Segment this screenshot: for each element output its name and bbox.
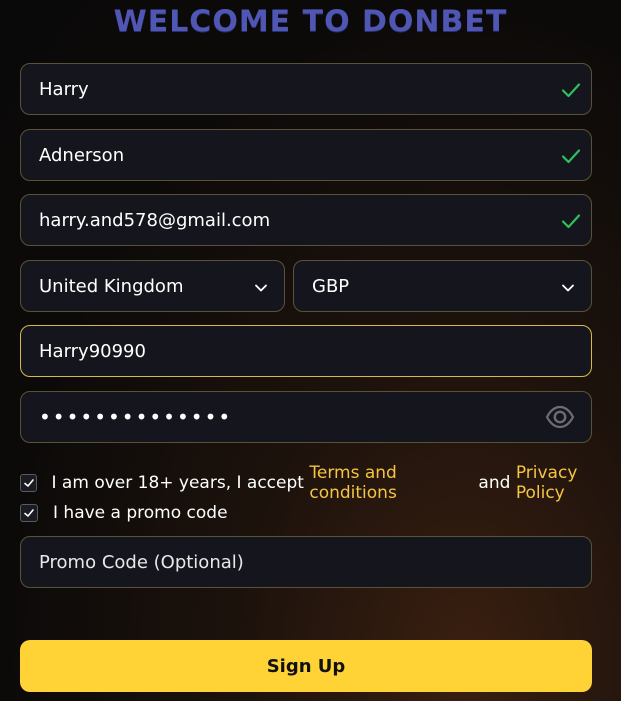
- promo-code-field[interactable]: Promo Code (Optional): [20, 536, 592, 588]
- email-value: harry.and578@gmail.com: [39, 209, 271, 231]
- check-icon: [559, 78, 583, 102]
- first-name-value: Harry: [39, 78, 89, 100]
- promo-toggle-row: I have a promo code: [20, 503, 228, 523]
- chevron-down-icon: [254, 279, 268, 293]
- promo-toggle-label: I have a promo code: [53, 503, 228, 523]
- country-value: United Kingdom: [39, 275, 184, 297]
- page-title: WELCOME TO DONBET: [113, 4, 508, 39]
- check-icon: [559, 144, 583, 168]
- promo-code-placeholder: Promo Code (Optional): [39, 551, 244, 573]
- username-field[interactable]: Harry90990: [20, 325, 592, 377]
- promo-checkbox[interactable]: [20, 504, 38, 522]
- privacy-link[interactable]: Privacy Policy: [516, 463, 621, 503]
- check-icon: [559, 209, 583, 233]
- username-value: Harry90990: [39, 340, 146, 362]
- first-name-field[interactable]: Harry: [20, 63, 592, 115]
- currency-select[interactable]: GBP: [293, 260, 592, 312]
- last-name-value: Adnerson: [39, 144, 125, 166]
- and-text: and: [473, 473, 516, 493]
- last-name-field[interactable]: Adnerson: [20, 129, 592, 181]
- terms-agreement-row: I am over 18+ years, I accept Terms and …: [20, 463, 621, 503]
- terms-text: I am over 18+ years, I accept: [51, 473, 310, 493]
- terms-checkbox[interactable]: [20, 474, 37, 492]
- terms-link[interactable]: Terms and conditions: [309, 463, 473, 503]
- eye-icon[interactable]: [545, 404, 575, 430]
- email-field[interactable]: harry.and578@gmail.com: [20, 194, 592, 246]
- password-field[interactable]: ••••••••••••••: [20, 391, 592, 443]
- chevron-down-icon: [561, 279, 575, 293]
- country-select[interactable]: United Kingdom: [20, 260, 285, 312]
- sign-up-button[interactable]: Sign Up: [20, 640, 592, 692]
- currency-value: GBP: [312, 275, 350, 297]
- password-value: ••••••••••••••: [39, 405, 233, 429]
